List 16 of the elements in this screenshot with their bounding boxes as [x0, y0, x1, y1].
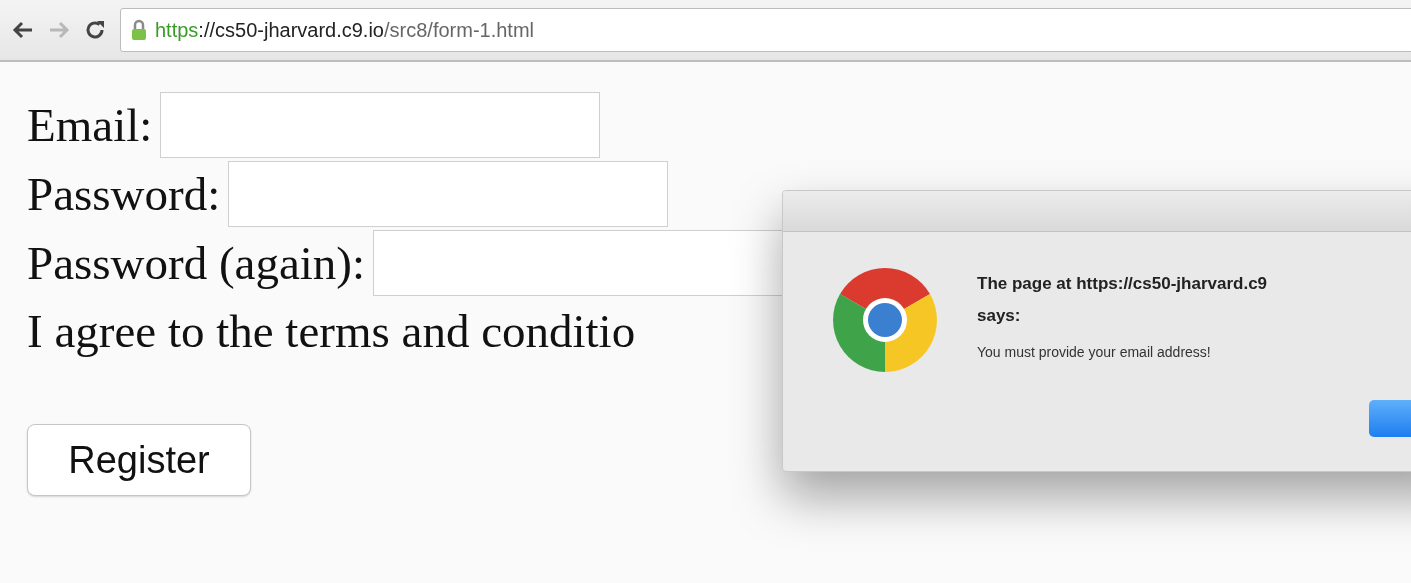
input-field[interactable]	[228, 160, 669, 227]
field-label: Email:	[27, 97, 153, 152]
back-button[interactable]	[12, 20, 34, 40]
url-text: https://cs50-jharvard.c9.io/src8/form-1.html	[155, 18, 535, 42]
field-label: Password:	[27, 166, 221, 221]
dialog-message: You must provide your email address!	[977, 344, 1212, 360]
register-button[interactable]: Register	[27, 424, 251, 496]
field-label: Password (again):	[27, 235, 366, 290]
reload-button[interactable]	[84, 19, 106, 41]
address-bar[interactable]: https://cs50-jharvard.c9.io/src8/form-1.html	[120, 8, 1411, 52]
input-field[interactable]	[160, 91, 601, 158]
dialog-title: says:	[977, 305, 1022, 327]
browser-logo-icon	[833, 268, 937, 372]
dialog-title: The page at https://cs50-jharvard.c9	[977, 273, 1268, 295]
agreement-text: I agree to the terms and conditio	[27, 304, 636, 359]
dialog-button[interactable]	[1369, 400, 1411, 437]
